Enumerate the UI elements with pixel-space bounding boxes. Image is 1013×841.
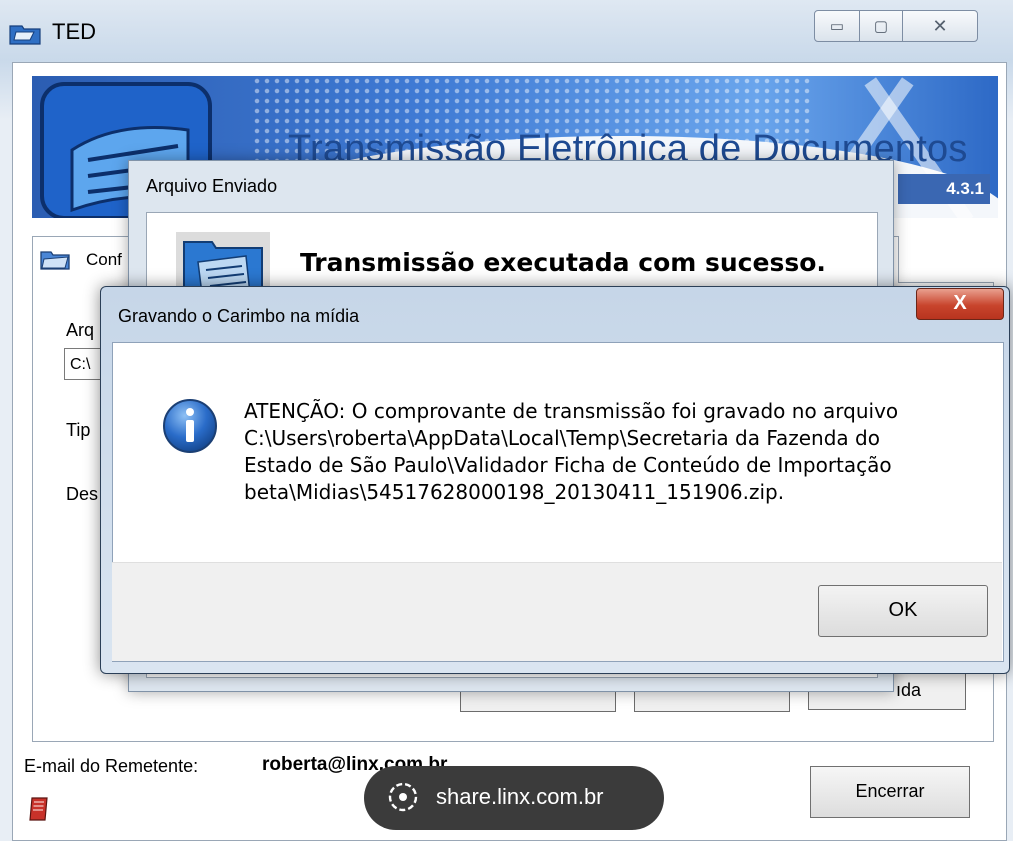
email-remetente-label: E-mail do Remetente:: [24, 756, 199, 776]
gravando-carimbo-title: Gravando o Carimbo na mídia: [118, 306, 360, 326]
share-url-text: share.linx.com.br: [436, 784, 604, 809]
tipo-label: Tip: [66, 420, 91, 440]
document-folder-icon: [176, 232, 270, 294]
gravando-close-button[interactable]: X: [916, 288, 1004, 320]
arquivo-enviado-message: Transmissão executada com sucesso.: [300, 248, 826, 277]
banner-version: 4.3.1: [898, 174, 990, 204]
encerrar-button[interactable]: Encerrar: [810, 766, 970, 818]
book-icon[interactable]: [28, 796, 50, 822]
share-globe-icon: [388, 782, 418, 812]
folder-icon: [40, 251, 70, 270]
window-close-button[interactable]: ✕: [902, 10, 978, 42]
ok-button[interactable]: OK: [818, 585, 988, 637]
minimize-button[interactable]: ▭: [814, 10, 860, 42]
window-title: TED: [52, 19, 96, 44]
arquivo-enviado-title: Arquivo Enviado: [146, 176, 278, 196]
ted-app-icon: [9, 25, 41, 45]
arquivo-label: Arq: [66, 320, 95, 340]
maximize-button[interactable]: ▢: [859, 10, 903, 42]
info-icon: [163, 399, 217, 453]
destino-label: Des: [66, 484, 99, 504]
tab-configuracao-label: Conf: [86, 250, 122, 269]
gravando-message: ATENÇÃO: O comprovante de transmissão fo…: [244, 399, 899, 504]
